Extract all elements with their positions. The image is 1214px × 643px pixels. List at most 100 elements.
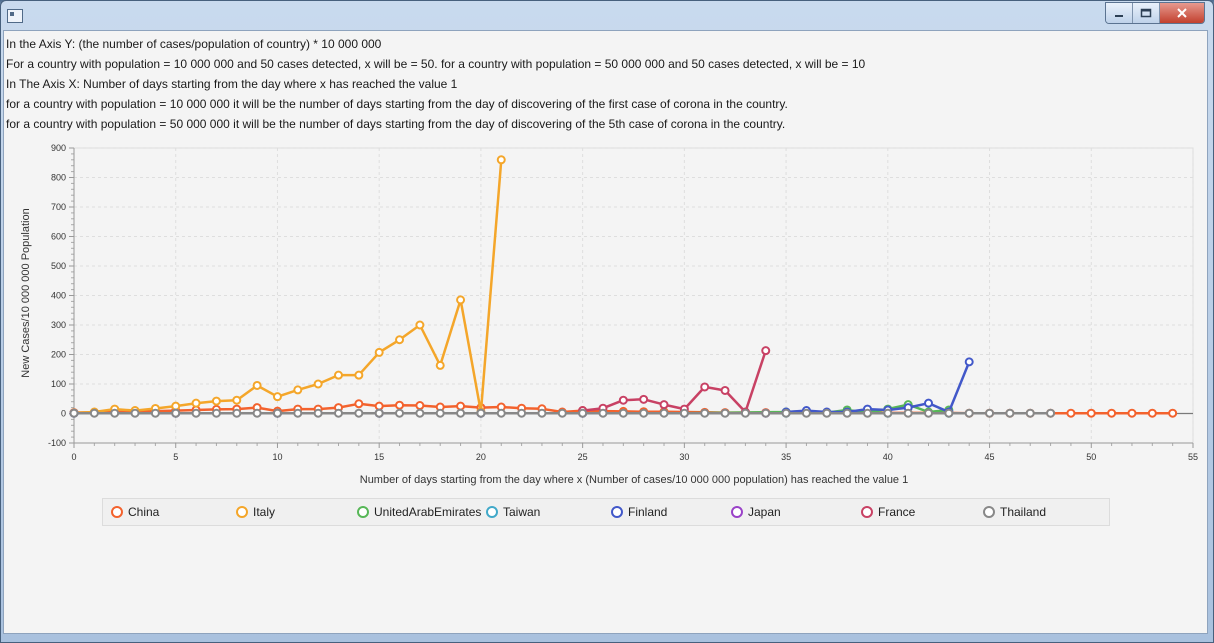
data-point [964,408,974,418]
data-point [333,370,343,380]
data-point [395,335,405,345]
maximize-button[interactable] [1133,3,1160,23]
data-point [720,408,730,418]
data-point [456,408,466,418]
data-point [435,408,445,418]
data-point [374,347,384,357]
legend-swatch-icon [861,506,873,518]
x-tick-label: 45 [985,452,995,462]
data-point [740,408,750,418]
data-point [313,379,323,389]
x-tick-label: 15 [374,452,384,462]
data-point [1147,408,1157,418]
data-point [761,408,771,418]
data-point [456,401,466,411]
data-point [862,408,872,418]
data-point [842,408,852,418]
data-point [354,370,364,380]
data-point [781,408,791,418]
data-point [272,392,282,402]
legend-label: Japan [748,505,781,519]
data-point [130,408,140,418]
data-point [496,155,506,165]
data-point [110,408,120,418]
data-point [639,394,649,404]
data-point [1168,408,1178,418]
y-tick-label: 0 [61,409,66,419]
data-point [354,408,364,418]
data-point [679,408,689,418]
legend-swatch-icon [236,506,248,518]
data-point [272,408,282,418]
data-point [944,408,954,418]
data-point [89,408,99,418]
minimize-button[interactable] [1106,3,1133,23]
y-tick-label: 800 [51,173,66,183]
legend-label: Italy [253,505,276,519]
data-point [639,408,649,418]
data-point [211,396,221,406]
data-point [171,401,181,411]
close-icon [1177,8,1187,18]
data-point [171,408,181,418]
data-point [354,399,364,409]
data-point [557,408,567,418]
data-point [517,408,527,418]
data-point [700,382,710,392]
data-point [537,408,547,418]
app-icon[interactable] [7,9,23,23]
data-point [618,395,628,405]
data-point [456,295,466,305]
data-point [374,408,384,418]
x-tick-label: 25 [578,452,588,462]
legend-swatch-icon [111,506,123,518]
x-tick-label: 20 [476,452,486,462]
legend-label: Thailand [1000,505,1047,519]
data-point [496,408,506,418]
close-button[interactable] [1160,3,1204,23]
data-point [1127,408,1137,418]
y-tick-label: 100 [51,379,66,389]
data-point [618,408,628,418]
legend-item: China [111,505,159,519]
data-point [801,408,811,418]
legend-label: Taiwan [503,505,541,519]
data-point [415,401,425,411]
y-tick-label: -100 [48,438,66,448]
data-point [293,408,303,418]
data-point [1066,408,1076,418]
data-point [964,357,974,367]
legend-label: UnitedArabEmirates [374,505,482,519]
y-tick-label: 300 [51,320,66,330]
legend-swatch-icon [731,506,743,518]
data-point [293,385,303,395]
data-point [211,408,221,418]
legend-swatch-icon [983,506,995,518]
line-chart: 0 5 10 15 20 25 30 35 40 45 50 55 -100 0 100 200 300 400 5… [48,143,1198,462]
y-tick-label: 500 [51,261,66,271]
data-point [1086,408,1096,418]
data-point [1046,408,1056,418]
legend-swatch-icon [357,506,369,518]
data-point [659,408,669,418]
data-point [598,408,608,418]
data-point [1107,408,1117,418]
data-point [903,408,913,418]
legend-label: China [128,505,160,519]
data-point [761,346,771,356]
data-point [252,408,262,418]
x-tick-label: 0 [71,452,76,462]
data-point [374,401,384,411]
x-tick-label: 5 [173,452,178,462]
y-tick-label: 600 [51,232,66,242]
legend-item: Taiwan [486,505,540,519]
legend-label: France [878,505,916,519]
data-point [1025,408,1035,418]
x-tick-label: 30 [679,452,689,462]
title-bar[interactable] [1,1,1213,31]
data-point [252,380,262,390]
legend-swatch-icon [611,506,623,518]
y-tick-label: 700 [51,202,66,212]
data-point [476,408,486,418]
y-tick-label: 200 [51,350,66,360]
